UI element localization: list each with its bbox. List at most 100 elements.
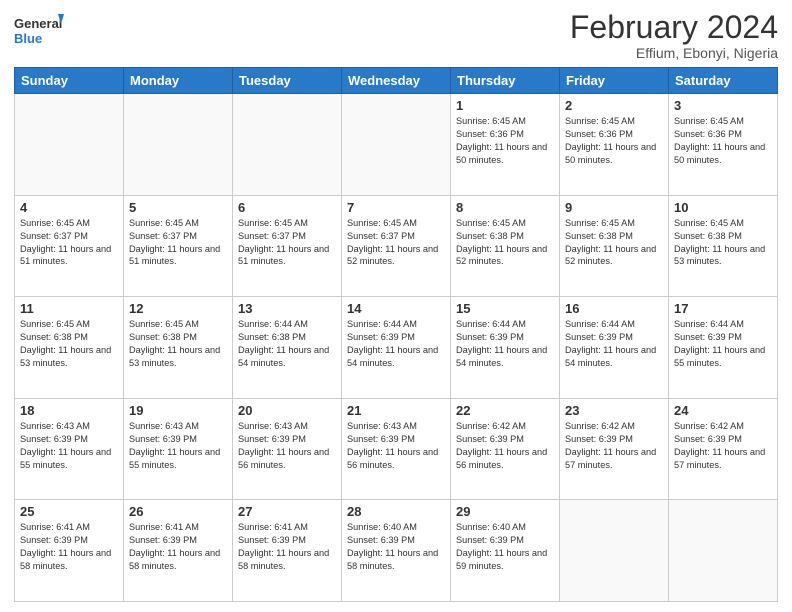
day-info: Sunrise: 6:41 AMSunset: 6:39 PMDaylight:…: [20, 522, 111, 571]
day-number: 3: [674, 98, 772, 113]
table-row: 26 Sunrise: 6:41 AMSunset: 6:39 PMDaylig…: [124, 500, 233, 602]
table-row: 10 Sunrise: 6:45 AMSunset: 6:38 PMDaylig…: [669, 195, 778, 297]
day-info: Sunrise: 6:45 AMSunset: 6:38 PMDaylight:…: [674, 218, 765, 267]
day-info: Sunrise: 6:45 AMSunset: 6:37 PMDaylight:…: [129, 218, 220, 267]
logo-svg: General Blue: [14, 10, 64, 52]
day-info: Sunrise: 6:45 AMSunset: 6:38 PMDaylight:…: [456, 218, 547, 267]
day-number: 1: [456, 98, 554, 113]
day-info: Sunrise: 6:45 AMSunset: 6:38 PMDaylight:…: [20, 319, 111, 368]
day-info: Sunrise: 6:40 AMSunset: 6:39 PMDaylight:…: [456, 522, 547, 571]
table-row: 24 Sunrise: 6:42 AMSunset: 6:39 PMDaylig…: [669, 398, 778, 500]
day-number: 28: [347, 504, 445, 519]
day-info: Sunrise: 6:44 AMSunset: 6:38 PMDaylight:…: [238, 319, 329, 368]
location: Effium, Ebonyi, Nigeria: [570, 45, 778, 61]
col-friday: Friday: [560, 68, 669, 94]
col-monday: Monday: [124, 68, 233, 94]
table-row: 13 Sunrise: 6:44 AMSunset: 6:38 PMDaylig…: [233, 297, 342, 399]
day-info: Sunrise: 6:42 AMSunset: 6:39 PMDaylight:…: [456, 421, 547, 470]
table-row: 5 Sunrise: 6:45 AMSunset: 6:37 PMDayligh…: [124, 195, 233, 297]
day-info: Sunrise: 6:45 AMSunset: 6:38 PMDaylight:…: [565, 218, 656, 267]
day-info: Sunrise: 6:43 AMSunset: 6:39 PMDaylight:…: [347, 421, 438, 470]
page: General Blue February 2024 Effium, Ebony…: [0, 0, 792, 612]
table-row: 21 Sunrise: 6:43 AMSunset: 6:39 PMDaylig…: [342, 398, 451, 500]
day-info: Sunrise: 6:43 AMSunset: 6:39 PMDaylight:…: [20, 421, 111, 470]
calendar-week-row: 1 Sunrise: 6:45 AMSunset: 6:36 PMDayligh…: [15, 94, 778, 196]
title-block: February 2024 Effium, Ebonyi, Nigeria: [570, 10, 778, 61]
day-info: Sunrise: 6:45 AMSunset: 6:36 PMDaylight:…: [456, 116, 547, 165]
day-info: Sunrise: 6:45 AMSunset: 6:37 PMDaylight:…: [20, 218, 111, 267]
day-number: 22: [456, 403, 554, 418]
day-number: 9: [565, 200, 663, 215]
calendar-week-row: 18 Sunrise: 6:43 AMSunset: 6:39 PMDaylig…: [15, 398, 778, 500]
day-info: Sunrise: 6:42 AMSunset: 6:39 PMDaylight:…: [565, 421, 656, 470]
svg-text:Blue: Blue: [14, 31, 42, 46]
table-row: 23 Sunrise: 6:42 AMSunset: 6:39 PMDaylig…: [560, 398, 669, 500]
day-info: Sunrise: 6:45 AMSunset: 6:37 PMDaylight:…: [238, 218, 329, 267]
day-number: 6: [238, 200, 336, 215]
logo: General Blue: [14, 10, 64, 52]
day-info: Sunrise: 6:44 AMSunset: 6:39 PMDaylight:…: [347, 319, 438, 368]
day-info: Sunrise: 6:45 AMSunset: 6:36 PMDaylight:…: [674, 116, 765, 165]
table-row: 15 Sunrise: 6:44 AMSunset: 6:39 PMDaylig…: [451, 297, 560, 399]
day-number: 2: [565, 98, 663, 113]
calendar-week-row: 25 Sunrise: 6:41 AMSunset: 6:39 PMDaylig…: [15, 500, 778, 602]
day-number: 23: [565, 403, 663, 418]
day-number: 4: [20, 200, 118, 215]
table-row: 19 Sunrise: 6:43 AMSunset: 6:39 PMDaylig…: [124, 398, 233, 500]
day-number: 16: [565, 301, 663, 316]
day-info: Sunrise: 6:45 AMSunset: 6:37 PMDaylight:…: [347, 218, 438, 267]
day-info: Sunrise: 6:43 AMSunset: 6:39 PMDaylight:…: [129, 421, 220, 470]
day-number: 5: [129, 200, 227, 215]
day-number: 26: [129, 504, 227, 519]
day-info: Sunrise: 6:41 AMSunset: 6:39 PMDaylight:…: [238, 522, 329, 571]
day-number: 15: [456, 301, 554, 316]
day-info: Sunrise: 6:44 AMSunset: 6:39 PMDaylight:…: [674, 319, 765, 368]
day-info: Sunrise: 6:44 AMSunset: 6:39 PMDaylight:…: [565, 319, 656, 368]
svg-text:General: General: [14, 16, 62, 31]
day-info: Sunrise: 6:42 AMSunset: 6:39 PMDaylight:…: [674, 421, 765, 470]
day-info: Sunrise: 6:40 AMSunset: 6:39 PMDaylight:…: [347, 522, 438, 571]
table-row: [342, 94, 451, 196]
day-number: 17: [674, 301, 772, 316]
day-number: 19: [129, 403, 227, 418]
day-number: 20: [238, 403, 336, 418]
table-row: 18 Sunrise: 6:43 AMSunset: 6:39 PMDaylig…: [15, 398, 124, 500]
calendar-week-row: 4 Sunrise: 6:45 AMSunset: 6:37 PMDayligh…: [15, 195, 778, 297]
table-row: 11 Sunrise: 6:45 AMSunset: 6:38 PMDaylig…: [15, 297, 124, 399]
table-row: 14 Sunrise: 6:44 AMSunset: 6:39 PMDaylig…: [342, 297, 451, 399]
table-row: 8 Sunrise: 6:45 AMSunset: 6:38 PMDayligh…: [451, 195, 560, 297]
table-row: 27 Sunrise: 6:41 AMSunset: 6:39 PMDaylig…: [233, 500, 342, 602]
col-sunday: Sunday: [15, 68, 124, 94]
table-row: 12 Sunrise: 6:45 AMSunset: 6:38 PMDaylig…: [124, 297, 233, 399]
day-number: 11: [20, 301, 118, 316]
month-title: February 2024: [570, 10, 778, 45]
table-row: [124, 94, 233, 196]
table-row: [233, 94, 342, 196]
table-row: 4 Sunrise: 6:45 AMSunset: 6:37 PMDayligh…: [15, 195, 124, 297]
table-row: 20 Sunrise: 6:43 AMSunset: 6:39 PMDaylig…: [233, 398, 342, 500]
table-row: 22 Sunrise: 6:42 AMSunset: 6:39 PMDaylig…: [451, 398, 560, 500]
day-number: 14: [347, 301, 445, 316]
day-info: Sunrise: 6:45 AMSunset: 6:38 PMDaylight:…: [129, 319, 220, 368]
day-number: 7: [347, 200, 445, 215]
day-number: 24: [674, 403, 772, 418]
table-row: 29 Sunrise: 6:40 AMSunset: 6:39 PMDaylig…: [451, 500, 560, 602]
table-row: 6 Sunrise: 6:45 AMSunset: 6:37 PMDayligh…: [233, 195, 342, 297]
day-info: Sunrise: 6:43 AMSunset: 6:39 PMDaylight:…: [238, 421, 329, 470]
day-number: 21: [347, 403, 445, 418]
day-number: 25: [20, 504, 118, 519]
calendar-header-row: Sunday Monday Tuesday Wednesday Thursday…: [15, 68, 778, 94]
table-row: [669, 500, 778, 602]
day-number: 27: [238, 504, 336, 519]
table-row: 25 Sunrise: 6:41 AMSunset: 6:39 PMDaylig…: [15, 500, 124, 602]
day-info: Sunrise: 6:41 AMSunset: 6:39 PMDaylight:…: [129, 522, 220, 571]
table-row: 16 Sunrise: 6:44 AMSunset: 6:39 PMDaylig…: [560, 297, 669, 399]
day-number: 18: [20, 403, 118, 418]
col-thursday: Thursday: [451, 68, 560, 94]
table-row: 7 Sunrise: 6:45 AMSunset: 6:37 PMDayligh…: [342, 195, 451, 297]
header: General Blue February 2024 Effium, Ebony…: [14, 10, 778, 61]
day-number: 13: [238, 301, 336, 316]
col-saturday: Saturday: [669, 68, 778, 94]
calendar-week-row: 11 Sunrise: 6:45 AMSunset: 6:38 PMDaylig…: [15, 297, 778, 399]
day-number: 29: [456, 504, 554, 519]
